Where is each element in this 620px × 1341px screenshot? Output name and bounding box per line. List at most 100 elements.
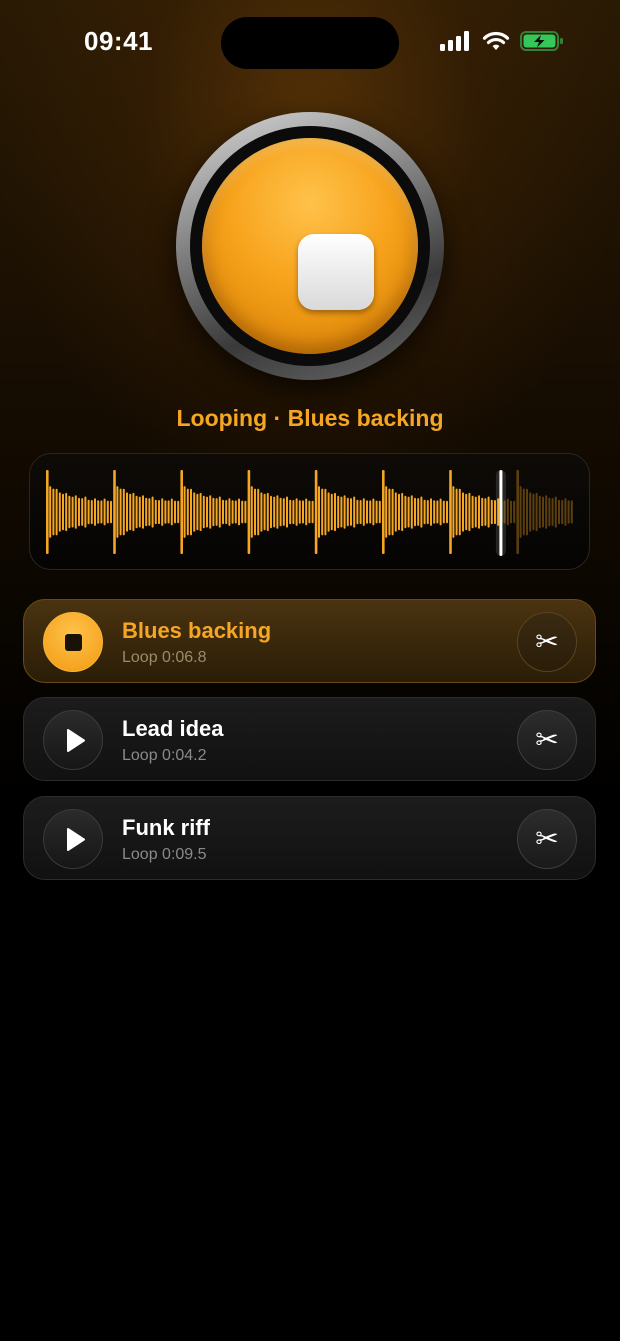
waveform-bar: [97, 500, 100, 524]
waveform-bar: [417, 498, 420, 526]
waveform-bar: [298, 500, 301, 524]
waveform-bar: [247, 470, 251, 554]
waveform-bar: [510, 500, 512, 524]
loop-row-blues-backing[interactable]: Blues backing Loop 0:06.8 ✂: [23, 599, 596, 683]
loop-title: Blues backing: [122, 618, 272, 643]
waveform-bar: [340, 496, 343, 528]
waveform-bar: [193, 492, 196, 532]
stop-loop-button[interactable]: [43, 612, 103, 672]
waveform-bar: [209, 495, 212, 529]
waveform-bar: [58, 492, 61, 532]
waveform-bar: [433, 500, 436, 524]
loop-row-funk-riff[interactable]: Funk riff Loop 0:09.5 ✂: [23, 796, 596, 880]
waveform-bar: [490, 499, 493, 525]
waveform-bar: [458, 488, 461, 536]
waveform-bar: [343, 495, 346, 529]
dynamic-island: [221, 17, 399, 69]
waveform-bar: [106, 500, 109, 524]
waveform-bar: [164, 500, 167, 524]
waveform-bar: [372, 498, 375, 526]
trim-button[interactable]: ✂: [517, 710, 577, 770]
waveform-bar: [311, 500, 314, 524]
play-icon: [67, 729, 85, 752]
loop-duration: Loop 0:04.2: [122, 747, 207, 764]
waveform-bar: [318, 486, 320, 538]
waveform-bar: [135, 495, 138, 529]
waveform-bar: [190, 488, 192, 536]
waveform-bar: [535, 492, 538, 532]
waveform-bar: [257, 488, 260, 536]
waveform-bar: [222, 499, 224, 525]
status-icons: [440, 30, 564, 52]
playhead[interactable]: [499, 470, 503, 556]
cellular-signal-icon: [440, 31, 469, 51]
waveform-bar: [183, 486, 186, 538]
waveform-bar: [215, 498, 218, 526]
stop-icon: [65, 634, 82, 651]
trim-button[interactable]: ✂: [517, 612, 577, 672]
waveform-bar: [142, 495, 144, 529]
waveform-bar: [74, 495, 77, 529]
play-loop-button[interactable]: [43, 809, 103, 869]
waveform[interactable]: [30, 454, 591, 571]
waveform-bar: [436, 500, 439, 524]
waveform-bar: [231, 500, 234, 524]
waveform-bar: [561, 500, 564, 525]
waveform-bar: [212, 497, 215, 527]
waveform-bar: [132, 492, 135, 532]
waveform-bar: [551, 498, 554, 526]
waveform-bar: [410, 495, 413, 529]
play-icon: [67, 828, 85, 851]
waveform-bar: [558, 499, 560, 525]
loop-row-lead-idea[interactable]: Lead idea Loop 0:04.2 ✂: [23, 697, 596, 781]
waveform-bar: [260, 492, 263, 532]
waveform-bar: [567, 500, 570, 524]
waveform-bar: [196, 493, 199, 531]
waveform-bar: [199, 492, 202, 532]
waveform-bar: [154, 499, 157, 525]
waveform-bar: [113, 470, 116, 554]
waveform-bar: [90, 500, 93, 525]
waveform-bar: [529, 492, 532, 532]
waveform-bar: [423, 499, 426, 525]
waveform-bar: [369, 500, 372, 524]
waveform-bar: [110, 500, 112, 524]
waveform-bar: [452, 486, 455, 538]
waveform-bar: [49, 486, 52, 538]
waveform-bar: [206, 496, 208, 528]
waveform-bar: [244, 500, 247, 524]
waveform-bar: [446, 500, 448, 524]
waveform-bar: [138, 496, 141, 528]
main-stop-button[interactable]: [176, 112, 444, 380]
waveform-bar: [455, 488, 458, 536]
waveform-bar: [366, 500, 368, 524]
waveform-bar: [465, 493, 468, 531]
waveform-bar: [225, 500, 228, 525]
waveform-bar: [362, 498, 365, 526]
app-screen: 09:41 Looping · Blues backing Blues back…: [0, 0, 620, 1341]
waveform-bar: [471, 495, 474, 529]
waveform-bar: [404, 495, 407, 529]
waveform-bar: [449, 470, 452, 554]
waveform-bar: [266, 492, 269, 532]
waveform-bar: [542, 496, 544, 528]
waveform-bar: [292, 500, 295, 525]
play-loop-button[interactable]: [43, 710, 103, 770]
waveform-bar: [68, 495, 71, 529]
waveform-bar: [145, 497, 148, 527]
now-playing-label: Looping · Blues backing: [176, 405, 444, 431]
waveform-bar: [46, 470, 49, 554]
trim-button[interactable]: ✂: [517, 809, 577, 869]
waveform-bar: [462, 492, 464, 532]
waveform-bar: [286, 496, 288, 528]
waveform-bar: [250, 486, 253, 538]
scissors-icon: ✂: [535, 723, 559, 756]
waveform-bar: [167, 500, 170, 524]
waveform-bar: [238, 498, 240, 526]
waveform-bar: [484, 498, 487, 526]
waveform-bar: [382, 470, 385, 554]
waveform-bar: [308, 500, 311, 524]
waveform-bar: [170, 498, 173, 526]
waveform-bar: [442, 500, 445, 524]
waveform-panel[interactable]: [29, 453, 590, 570]
